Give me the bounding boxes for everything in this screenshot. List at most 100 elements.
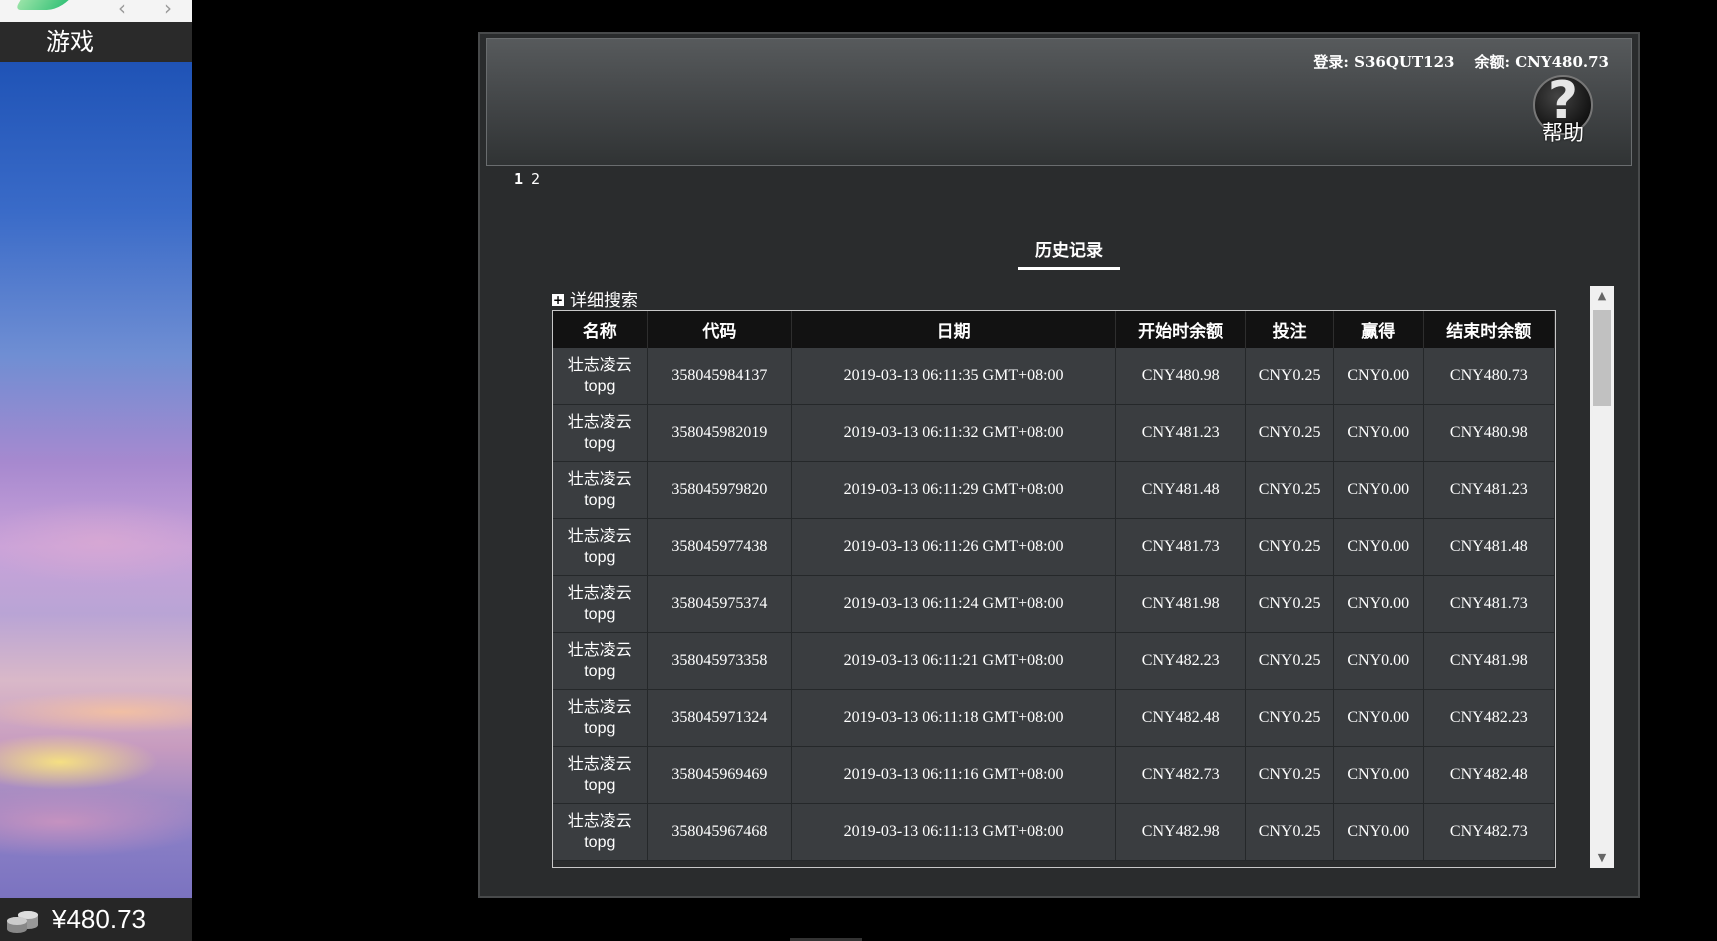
- game-code-name: topg: [584, 720, 616, 737]
- history-dialog: 登录: S36QUT123 余额: CNY480.73 ? 帮助 12 历史记录 …: [478, 32, 1640, 898]
- cell-date: 2019-03-13 06:11:21 GMT+08:00: [791, 632, 1117, 690]
- cell-win: CNY0.00: [1333, 575, 1424, 633]
- cell-code: 358045967468: [647, 803, 793, 861]
- column-header-date[interactable]: 日期: [791, 311, 1117, 348]
- cell-end-balance: CNY481.73: [1423, 575, 1555, 633]
- cell-code: 358045969469: [647, 746, 793, 804]
- help-label: 帮助: [1542, 121, 1584, 145]
- cell-name: 壮志凌云 topg: [553, 803, 648, 861]
- column-header-end-balance[interactable]: 结束时余额: [1423, 311, 1555, 348]
- game-code-name: topg: [584, 435, 616, 452]
- cell-date: 2019-03-13 06:11:32 GMT+08:00: [791, 404, 1117, 462]
- advanced-search-toggle[interactable]: + 详细搜索: [552, 286, 638, 311]
- balance-label: 余额: CNY480.73: [1474, 53, 1609, 71]
- game-name: 壮志凌云: [567, 583, 632, 602]
- table-row[interactable]: 壮志凌云 topg 358045982019 2019-03-13 06:11:32 …: [553, 404, 1555, 462]
- cell-end-balance: CNY480.98: [1423, 404, 1555, 462]
- games-header[interactable]: 游戏: [0, 22, 192, 62]
- login-label: 登录: S36QUT123: [1313, 53, 1455, 71]
- cell-code: 358045982019: [647, 404, 793, 462]
- column-header-name[interactable]: 名称: [553, 311, 648, 348]
- table-row[interactable]: 壮志凌云 topg 358045967468 2019-03-13 06:11:13 …: [553, 803, 1555, 861]
- game-code-name: topg: [584, 378, 616, 395]
- plus-box-icon: +: [552, 293, 564, 307]
- cell-code: 358045979820: [647, 461, 793, 519]
- cell-name: 壮志凌云 topg: [553, 461, 648, 519]
- cell-win: CNY0.00: [1333, 348, 1424, 405]
- game-name: 壮志凌云: [567, 697, 632, 716]
- game-code-name: topg: [584, 492, 616, 509]
- table-row[interactable]: 壮志凌云 topg 358045969469 2019-03-13 06:11:16 …: [553, 746, 1555, 804]
- cell-end-balance: CNY481.48: [1423, 518, 1555, 576]
- cell-bet: CNY0.25: [1245, 746, 1334, 804]
- scroll-up-arrow-icon[interactable]: ▲: [1590, 286, 1614, 306]
- left-panel: ‹ › 游戏 ¥480.73: [0, 0, 192, 941]
- table-row[interactable]: 壮志凌云 topg 358045971324 2019-03-13 06:11:18 …: [553, 689, 1555, 747]
- back-arrow-icon[interactable]: ‹: [118, 0, 126, 20]
- wallet-bar: ¥480.73: [0, 898, 192, 941]
- cell-start-balance: CNY480.98: [1115, 348, 1247, 405]
- cell-date: 2019-03-13 06:11:13 GMT+08:00: [791, 803, 1117, 861]
- game-name: 壮志凌云: [567, 412, 632, 431]
- cell-code: 358045973358: [647, 632, 793, 690]
- game-name: 壮志凌云: [567, 355, 632, 374]
- column-header-code[interactable]: 代码: [647, 311, 793, 348]
- cell-win: CNY0.00: [1333, 803, 1424, 861]
- cell-win: CNY0.00: [1333, 461, 1424, 519]
- tab-history[interactable]: 历史记录: [1018, 236, 1120, 270]
- cell-bet: CNY0.25: [1245, 404, 1334, 462]
- cell-start-balance: CNY482.48: [1115, 689, 1247, 747]
- table-header-row: 名称 代码 日期 开始时余额 投注 赢得 结束时余额: [553, 311, 1555, 348]
- cell-end-balance: CNY481.23: [1423, 461, 1555, 519]
- cell-bet: CNY0.25: [1245, 518, 1334, 576]
- cell-date: 2019-03-13 06:11:16 GMT+08:00: [791, 746, 1117, 804]
- pagination: 12: [514, 170, 548, 188]
- table-row[interactable]: 壮志凌云 topg 358045977438 2019-03-13 06:11:26 …: [553, 518, 1555, 576]
- cell-bet: CNY0.25: [1245, 803, 1334, 861]
- cell-start-balance: CNY481.48: [1115, 461, 1247, 519]
- cell-win: CNY0.00: [1333, 689, 1424, 747]
- cell-start-balance: CNY481.73: [1115, 518, 1247, 576]
- game-name: 壮志凌云: [567, 811, 632, 830]
- cell-date: 2019-03-13 06:11:18 GMT+08:00: [791, 689, 1117, 747]
- cell-code: 358045977438: [647, 518, 793, 576]
- cell-win: CNY0.00: [1333, 518, 1424, 576]
- cell-date: 2019-03-13 06:11:35 GMT+08:00: [791, 348, 1117, 405]
- column-header-bet[interactable]: 投注: [1245, 311, 1334, 348]
- cell-name: 壮志凌云 topg: [553, 689, 648, 747]
- cell-start-balance: CNY482.98: [1115, 803, 1247, 861]
- coins-stack-icon: [7, 911, 38, 933]
- cell-end-balance: CNY482.48: [1423, 746, 1555, 804]
- scrollbar-thumb[interactable]: [1593, 310, 1611, 406]
- advanced-search-label: 详细搜索: [570, 291, 638, 311]
- game-banner-image[interactable]: [0, 62, 192, 898]
- account-info: 登录: S36QUT123 余额: CNY480.73: [1313, 51, 1609, 72]
- table-row[interactable]: 壮志凌云 topg 358045984137 2019-03-13 06:11:35 …: [553, 348, 1555, 405]
- column-header-win[interactable]: 赢得: [1333, 311, 1424, 348]
- column-header-start-balance[interactable]: 开始时余额: [1115, 311, 1247, 348]
- scroll-down-arrow-icon[interactable]: ▼: [1590, 848, 1614, 868]
- cell-win: CNY0.00: [1333, 746, 1424, 804]
- cell-bet: CNY0.25: [1245, 689, 1334, 747]
- cell-bet: CNY0.25: [1245, 575, 1334, 633]
- cell-date: 2019-03-13 06:11:24 GMT+08:00: [791, 575, 1117, 633]
- table-row[interactable]: 壮志凌云 topg 358045975374 2019-03-13 06:11:24 …: [553, 575, 1555, 633]
- cell-name: 壮志凌云 topg: [553, 404, 648, 462]
- page-link-1[interactable]: 1: [514, 170, 523, 188]
- help-button[interactable]: ? 帮助: [1529, 71, 1597, 145]
- game-name: 壮志凌云: [567, 754, 632, 773]
- cell-date: 2019-03-13 06:11:29 GMT+08:00: [791, 461, 1117, 519]
- cell-name: 壮志凌云 topg: [553, 575, 648, 633]
- table-row[interactable]: 壮志凌云 topg 358045979820 2019-03-13 06:11:29 …: [553, 461, 1555, 519]
- page-link-2[interactable]: 2: [531, 170, 540, 188]
- forward-arrow-icon[interactable]: ›: [164, 0, 172, 20]
- cell-code: 358045984137: [647, 348, 793, 405]
- wallet-balance: ¥480.73: [52, 904, 146, 934]
- table-scrollbar[interactable]: ▲ ▼: [1590, 286, 1614, 868]
- cell-end-balance: CNY481.98: [1423, 632, 1555, 690]
- table-row[interactable]: 壮志凌云 topg 358045973358 2019-03-13 06:11:21 …: [553, 632, 1555, 690]
- cell-win: CNY0.00: [1333, 632, 1424, 690]
- cell-name: 壮志凌云 topg: [553, 348, 648, 405]
- cell-bet: CNY0.25: [1245, 461, 1334, 519]
- cell-end-balance: CNY480.73: [1423, 348, 1555, 405]
